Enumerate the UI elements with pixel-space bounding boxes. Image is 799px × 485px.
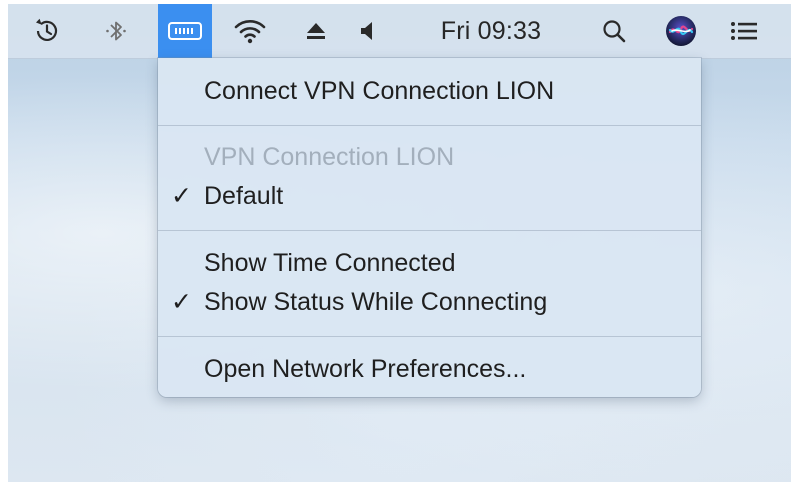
wifi-icon[interactable] — [224, 4, 276, 58]
time-machine-icon[interactable] — [22, 4, 72, 58]
vpn-menu-extra-button[interactable] — [158, 4, 212, 58]
vpn-section-title: VPN Connection LION — [158, 138, 701, 176]
show-status-while-connecting-menu-item[interactable]: ✓ Show Status While Connecting — [158, 283, 701, 321]
checkmark-icon: ✓ — [171, 182, 192, 210]
menu-bar: Fri 09:33 — [8, 4, 791, 59]
menu-separator — [158, 230, 701, 231]
menu-bar-clock[interactable]: Fri 09:33 — [416, 4, 566, 58]
configuration-default-menu-item[interactable]: ✓ Default — [158, 177, 701, 215]
menu-separator — [158, 125, 701, 126]
show-time-connected-label: Show Time Connected — [204, 248, 456, 277]
configuration-default-label: Default — [204, 181, 284, 210]
bluetooth-icon[interactable] — [94, 4, 138, 58]
open-network-preferences-menu-item[interactable]: Open Network Preferences... — [158, 350, 701, 388]
vpn-section-title-label: VPN Connection LION — [204, 142, 455, 171]
volume-icon[interactable] — [348, 4, 388, 58]
menu-separator — [158, 336, 701, 337]
connect-vpn-menu-item[interactable]: Connect VPN Connection LION — [158, 72, 701, 110]
connect-vpn-label: Connect VPN Connection LION — [204, 76, 555, 105]
vpn-status-icon — [168, 22, 202, 40]
open-network-preferences-label: Open Network Preferences... — [204, 354, 527, 383]
siri-icon[interactable] — [656, 4, 706, 58]
vpn-dropdown-menu: Connect VPN Connection LION VPN Connecti… — [158, 58, 701, 397]
spotlight-search-icon[interactable] — [592, 4, 636, 58]
desktop: Fri 09:33 Connect VPN Connection LION VP… — [8, 4, 791, 482]
show-status-while-connecting-label: Show Status While Connecting — [204, 287, 548, 316]
eject-icon[interactable] — [296, 4, 336, 58]
notification-center-icon[interactable] — [720, 4, 768, 58]
checkmark-icon: ✓ — [171, 288, 192, 316]
show-time-connected-menu-item[interactable]: Show Time Connected — [158, 244, 701, 282]
